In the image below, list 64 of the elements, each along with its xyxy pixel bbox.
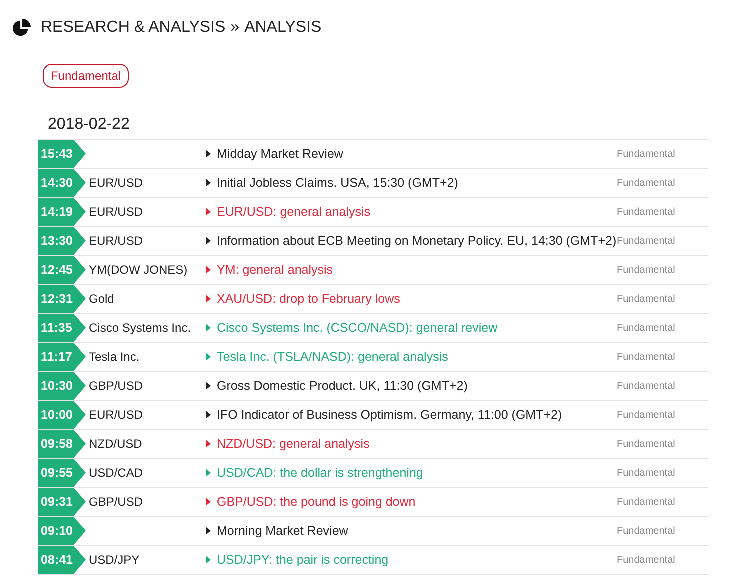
time-badge: 14:19 [38, 198, 86, 226]
time-badge: 14:30 [38, 169, 86, 197]
asset-label: Cisco Systems Inc. [89, 321, 192, 335]
article-link[interactable]: GBP/USD: the pound is going down [217, 495, 416, 509]
article-link[interactable]: XAU/USD: drop to February lows [217, 292, 400, 306]
breadcrumb-link[interactable]: RESEARCH & ANALYSIS [41, 19, 226, 37]
category-label: Fundamental [617, 294, 676, 304]
article-link[interactable]: Initial Jobless Claims. USA, 15:30 (GMT+2) [217, 176, 458, 190]
category-label: Fundamental [617, 410, 676, 420]
category-label: Fundamental [617, 526, 676, 536]
asset-label: NZD/USD [89, 437, 142, 451]
asset-label: Gold [89, 292, 114, 306]
asset-label: USD/JPY [89, 553, 140, 567]
time-badge: 09:31 [38, 488, 86, 516]
time-badge: 09:58 [38, 430, 86, 458]
category-label: Fundamental [617, 352, 676, 362]
article-link[interactable]: IFO Indicator of Business Optimism. Germany, 11:00 (GMT+2) [217, 408, 562, 422]
asset-label: YM(DOW JONES) [89, 263, 188, 277]
category-label: Fundamental [617, 148, 676, 160]
article-link[interactable]: USD/CAD: the dollar is strengthening [217, 466, 424, 480]
category-label: Fundamental [617, 554, 676, 566]
page-title: ANALYSIS [244, 19, 322, 37]
time-badge: 09:55 [38, 459, 86, 487]
article-link[interactable]: NZD/USD: general analysis [217, 437, 370, 451]
category-label: Fundamental [617, 178, 676, 188]
article-link[interactable]: YM: general analysis [217, 263, 334, 277]
article-link[interactable]: Cisco Systems Inc. (CSCO/NASD): general review [217, 321, 498, 335]
category-label: Fundamental [617, 236, 676, 246]
time-badge: 15:43 [38, 140, 86, 168]
time-badge: 09:10 [38, 517, 86, 545]
date-heading: 2018-02-22 [47, 115, 131, 135]
category-label: Fundamental [617, 322, 676, 334]
article-link[interactable]: USD/JPY: the pair is correcting [217, 553, 389, 567]
time-badge: 10:30 [38, 372, 86, 400]
category-label: Fundamental [617, 264, 676, 276]
time-badge: 13:30 [38, 227, 86, 255]
asset-label: EUR/USD [89, 176, 144, 190]
time-badge: 11:17 [38, 343, 86, 371]
article-link[interactable]: EUR/USD: general analysis [217, 205, 371, 219]
article-link[interactable]: Tesla Inc. (TSLA/NASD): general analysis [217, 350, 448, 364]
asset-label: USD/CAD [89, 466, 144, 480]
article-link[interactable]: Morning Market Review [217, 524, 348, 538]
asset-label: Tesla Inc. [89, 350, 140, 364]
article-link[interactable]: Gross Domestic Product. UK, 11:30 (GMT+2) [217, 379, 468, 393]
time-badge: 12:31 [38, 285, 86, 313]
category-label: Fundamental [617, 380, 676, 392]
article-link[interactable]: Information about ECB Meeting on Monetary Policy. EU, 14:30 (GMT+2) [217, 234, 617, 248]
breadcrumb-separator: » [230, 19, 240, 37]
article-link[interactable]: Midday Market Review [217, 147, 344, 161]
category-label: Fundamental [617, 496, 676, 508]
pie-chart-icon [12, 18, 31, 38]
asset-label: EUR/USD [89, 205, 144, 219]
category-label: Fundamental [617, 468, 676, 478]
time-badge: 12:45 [38, 256, 86, 284]
asset-label: EUR/USD [89, 408, 144, 422]
category-label: Fundamental [617, 438, 676, 450]
time-badge: 11:35 [38, 314, 86, 342]
asset-label: GBP/USD [89, 379, 144, 393]
time-badge: 08:41 [38, 546, 86, 574]
category-label: Fundamental [617, 206, 676, 218]
asset-label: EUR/USD [89, 234, 144, 248]
filter-tag[interactable]: Fundamental [43, 64, 130, 88]
asset-label: GBP/USD [89, 495, 144, 509]
time-badge: 10:00 [38, 401, 86, 429]
